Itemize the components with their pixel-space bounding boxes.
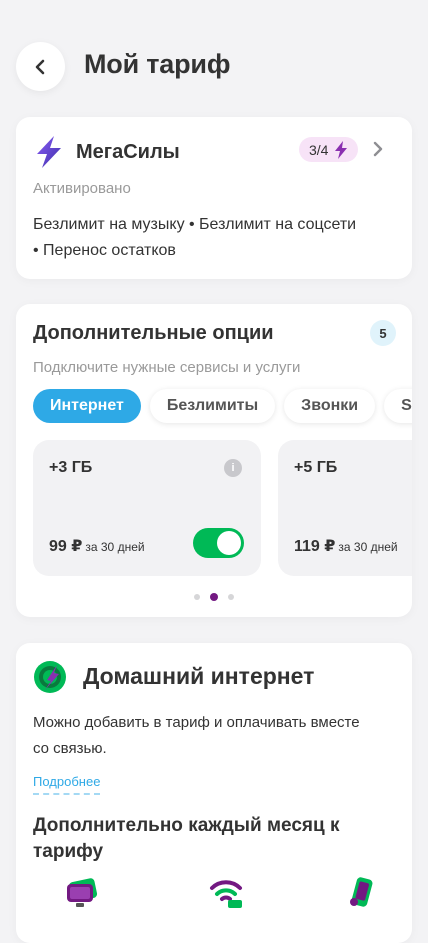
home-internet-card: Домашний интернет Можно добавить в тариф…	[16, 643, 412, 943]
option-tile[interactable]: +5 ГБ 119 ₽ за 30 дней	[278, 440, 412, 576]
pager-dot[interactable]	[194, 594, 200, 600]
option-toggle[interactable]	[193, 528, 244, 558]
option-period: за 30 дней	[85, 540, 145, 554]
tariff-card[interactable]: МегаСилы 3/4 Активировано Безлимит на му…	[16, 117, 412, 279]
tv-icon	[67, 878, 98, 907]
option-volume: +3 ГБ	[49, 459, 93, 476]
chip-sms[interactable]: SMS	[384, 389, 412, 423]
options-count-badge: 5	[370, 320, 396, 346]
options-subtitle: Подключите нужные сервисы и услуги	[33, 359, 301, 376]
tariff-level-text: 3/4	[309, 141, 329, 158]
tariff-status: Активировано	[33, 180, 131, 197]
tariff-name: МегаСилы	[76, 141, 180, 163]
pager-dot-active[interactable]	[210, 593, 218, 601]
option-price-line: 99 ₽ за 30 дней	[49, 536, 145, 556]
toggle-knob	[217, 531, 241, 555]
home-internet-icon	[34, 661, 66, 693]
chip-unlimited[interactable]: Безлимиты	[149, 389, 276, 423]
chip-internet[interactable]: Интернет	[33, 389, 141, 423]
option-period: за 30 дней	[338, 540, 398, 554]
option-price: 119 ₽	[294, 538, 336, 555]
page-title: Мой тариф	[84, 49, 231, 79]
lightning-icon	[335, 140, 348, 159]
home-internet-subtitle: Дополнительно каждый месяц к тарифу	[33, 815, 340, 862]
header: Мой тариф	[0, 0, 428, 120]
option-price-line: 119 ₽ за 30 дней	[294, 536, 398, 556]
option-tile[interactable]: +3 ГБ i 99 ₽ за 30 дней	[33, 440, 261, 576]
info-icon[interactable]: i	[224, 459, 242, 477]
home-internet-title: Домашний интернет	[83, 663, 315, 689]
chevron-left-icon	[35, 59, 44, 74]
phone-icon	[350, 877, 373, 907]
options-title: Дополнительные опции	[33, 322, 274, 344]
additional-options-card: Дополнительные опции 5 Подключите нужные…	[16, 304, 412, 617]
tariff-description: Безлимит на музыку • Безлимит на соцсети…	[33, 216, 357, 259]
more-link[interactable]: Подробнее	[33, 774, 101, 795]
chip-calls[interactable]: Звонки	[284, 389, 376, 423]
category-chips: Интернет Безлимиты Звонки SMS	[33, 389, 412, 423]
pager-dot[interactable]	[228, 594, 234, 600]
back-button[interactable]	[16, 42, 65, 91]
carousel-pager	[194, 593, 234, 601]
lightning-logo-icon	[37, 136, 61, 168]
home-internet-text: Можно добавить в тариф и оплачивать вмес…	[33, 714, 360, 757]
wifi-router-icon	[210, 880, 242, 908]
option-volume: +5 ГБ	[294, 459, 338, 476]
tariff-level-badge: 3/4	[299, 137, 359, 162]
chevron-right-icon[interactable]	[371, 141, 385, 157]
option-price: 99 ₽	[49, 538, 83, 555]
